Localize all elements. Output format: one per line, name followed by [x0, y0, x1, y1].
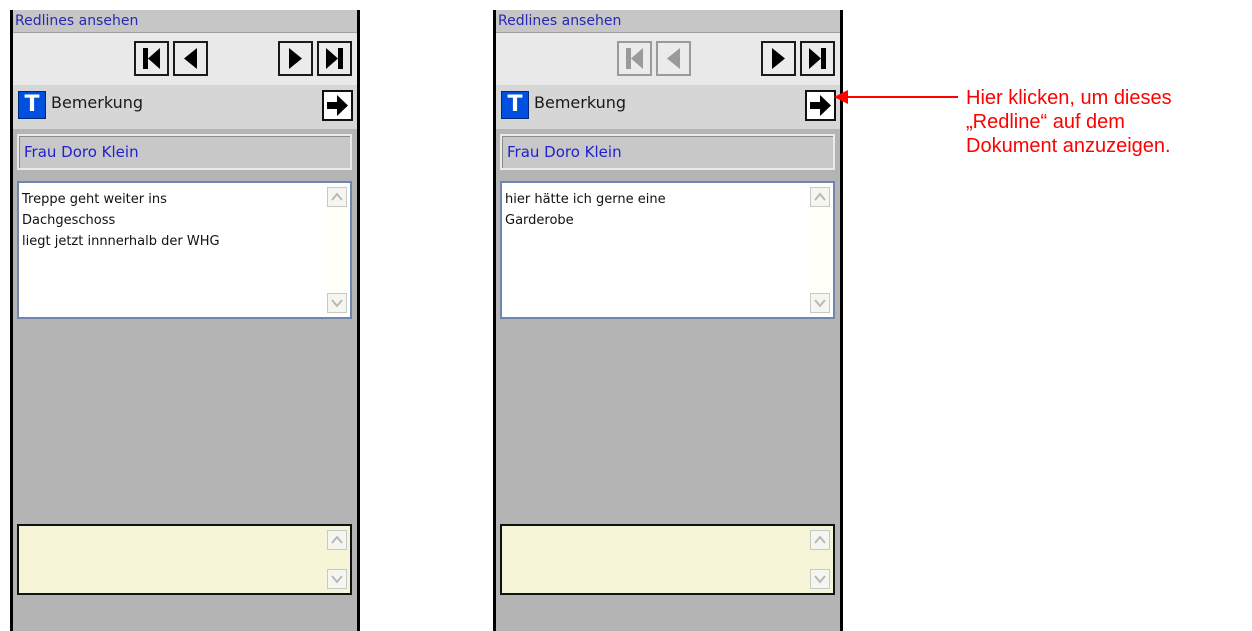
chevron-down-icon — [331, 575, 343, 584]
panel-title: Redlines ansehen — [496, 10, 840, 32]
reply-scrollbar[interactable] — [326, 528, 348, 591]
comment-textarea[interactable]: Treppe geht weiter ins Dachgeschoss lieg… — [17, 181, 352, 319]
text-type-icon: T — [501, 91, 529, 119]
redline-type-bar: T Bemerkung — [496, 85, 840, 129]
reply-scrollbar[interactable] — [809, 528, 831, 591]
author-field: Frau Doro Klein — [500, 134, 835, 170]
comment-scrollbar[interactable] — [809, 185, 831, 315]
navigation-bar — [13, 32, 357, 87]
scroll-down-button[interactable] — [810, 293, 830, 313]
type-label: Bemerkung — [51, 93, 144, 112]
show-on-document-button[interactable] — [322, 90, 353, 121]
chevron-up-icon — [814, 192, 826, 201]
scroll-up-button[interactable] — [327, 530, 347, 550]
scroll-down-button[interactable] — [327, 569, 347, 589]
last-record-icon — [809, 48, 826, 69]
show-on-document-button[interactable] — [805, 90, 836, 121]
redline-viewer-panel: Redlines ansehen T Bemerkung Frau Doro K… — [493, 10, 843, 631]
chevron-up-icon — [331, 192, 343, 201]
next-record-button[interactable] — [761, 41, 796, 76]
scroll-up-button[interactable] — [810, 530, 830, 550]
chevron-up-icon — [331, 535, 343, 544]
previous-record-icon — [667, 48, 680, 69]
type-label: Bemerkung — [534, 93, 627, 112]
last-record-button[interactable] — [317, 41, 352, 76]
annotation-line-1: Hier klicken, um dieses — [966, 87, 1172, 109]
first-record-icon — [626, 48, 643, 69]
scroll-up-button[interactable] — [810, 187, 830, 207]
text-type-icon: T — [18, 91, 46, 119]
author-field: Frau Doro Klein — [17, 134, 352, 170]
redline-viewer-panel: Redlines ansehen T Bemerkung Frau Doro K… — [10, 10, 360, 631]
reply-textarea[interactable] — [17, 524, 352, 595]
chevron-down-icon — [814, 299, 826, 308]
previous-record-button[interactable] — [656, 41, 691, 76]
annotation-arrow-line — [838, 96, 958, 98]
annotation-callout: Hier klicken, um dieses „Redline“ auf de… — [966, 86, 1172, 158]
last-record-icon — [326, 48, 343, 69]
reply-textarea[interactable] — [500, 524, 835, 595]
first-record-icon — [143, 48, 160, 69]
panel-title: Redlines ansehen — [13, 10, 357, 32]
next-record-button[interactable] — [278, 41, 313, 76]
first-record-button[interactable] — [134, 41, 169, 76]
arrow-right-icon — [810, 95, 831, 116]
annotation-line-2: „Redline“ auf dem — [966, 111, 1125, 133]
chevron-down-icon — [331, 299, 343, 308]
first-record-button[interactable] — [617, 41, 652, 76]
scroll-down-button[interactable] — [810, 569, 830, 589]
chevron-up-icon — [814, 535, 826, 544]
redline-type-bar: T Bemerkung — [13, 85, 357, 129]
scroll-up-button[interactable] — [327, 187, 347, 207]
navigation-bar — [496, 32, 840, 87]
comment-text: hier hätte ich gerne eine Garderobe — [505, 192, 666, 228]
next-record-icon — [772, 48, 785, 69]
previous-record-icon — [184, 48, 197, 69]
next-record-icon — [289, 48, 302, 69]
comment-scrollbar[interactable] — [326, 185, 348, 315]
chevron-down-icon — [814, 575, 826, 584]
scroll-down-button[interactable] — [327, 293, 347, 313]
arrow-right-icon — [327, 95, 348, 116]
previous-record-button[interactable] — [173, 41, 208, 76]
last-record-button[interactable] — [800, 41, 835, 76]
comment-text: Treppe geht weiter ins Dachgeschoss lieg… — [22, 192, 220, 249]
comment-textarea[interactable]: hier hätte ich gerne eine Garderobe — [500, 181, 835, 319]
annotation-line-3: Dokument anzuzeigen. — [966, 135, 1171, 157]
